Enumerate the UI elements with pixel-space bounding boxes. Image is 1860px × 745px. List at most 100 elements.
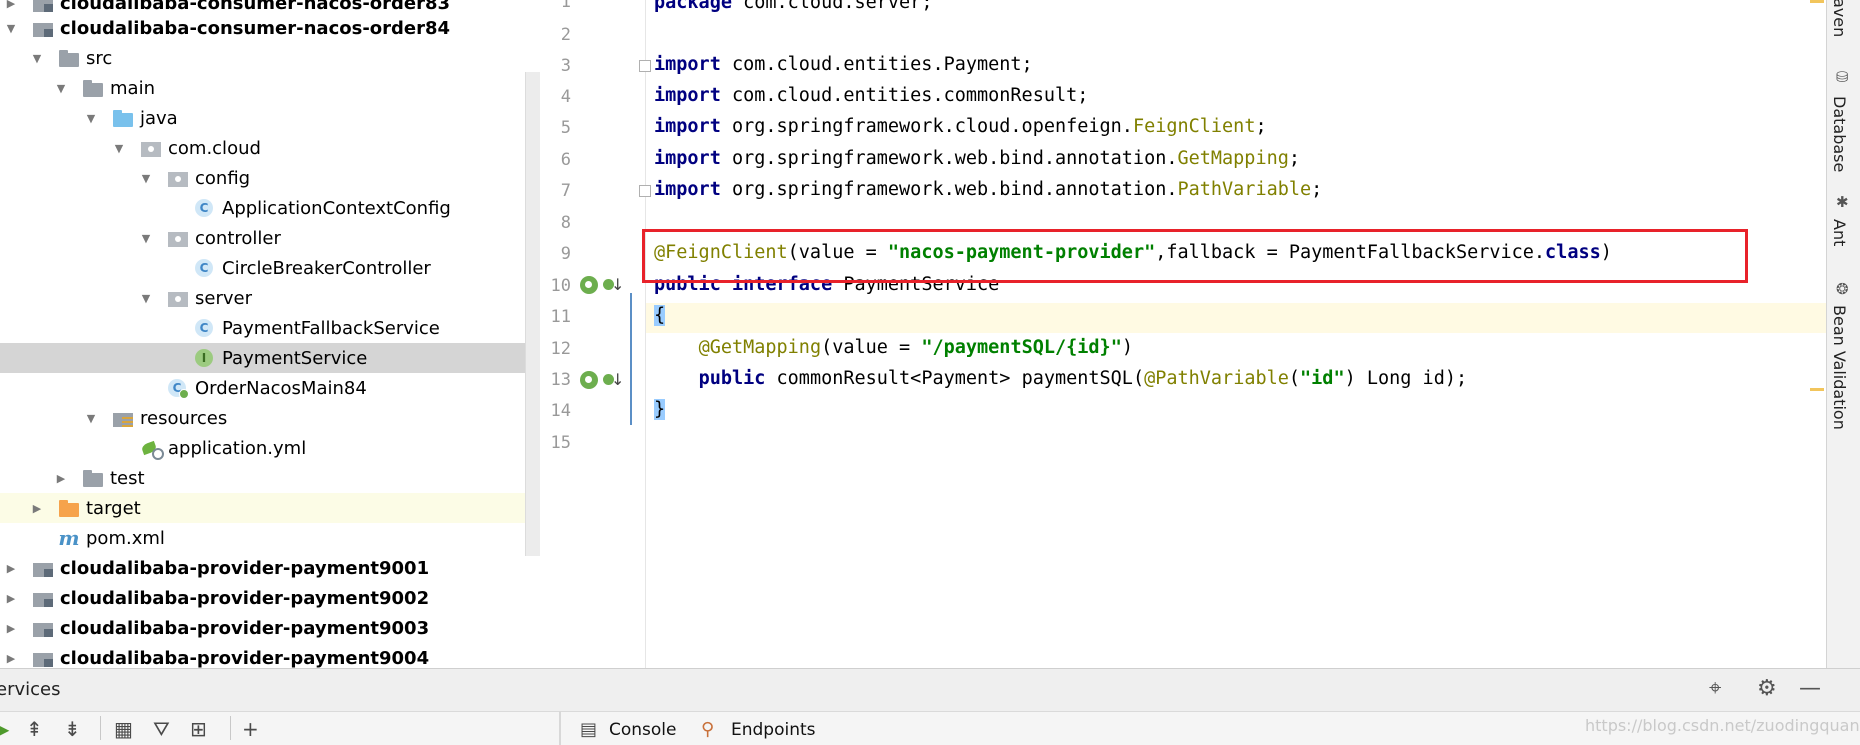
- tree-item-target[interactable]: ▶ target: [0, 493, 525, 523]
- package-icon: [140, 139, 162, 157]
- expanded-arrow-icon[interactable]: ▼: [84, 112, 98, 125]
- code-line: public commonResult<Payment> paymentSQL(…: [698, 368, 1468, 389]
- class-icon: [194, 199, 216, 217]
- expanded-arrow-icon[interactable]: ▼: [4, 22, 18, 35]
- expanded-arrow-icon[interactable]: ▼: [139, 172, 153, 185]
- module-folder-icon: [32, 649, 54, 667]
- collapsed-arrow-icon[interactable]: ▶: [4, 0, 18, 10]
- scroll-marker[interactable]: [1810, 0, 1824, 3]
- expanded-arrow-icon[interactable]: ▼: [112, 142, 126, 155]
- gutter-markers[interactable]: [580, 370, 624, 389]
- line-number: 9: [560, 244, 571, 264]
- change-marker: [630, 293, 632, 425]
- console-icon[interactable]: ▤: [580, 719, 597, 740]
- line-number: 4: [560, 87, 571, 107]
- expanded-arrow-icon[interactable]: ▼: [139, 292, 153, 305]
- fold-icon[interactable]: [639, 185, 651, 197]
- yaml-file-icon: [140, 439, 164, 460]
- filter-icon[interactable]: ⛛: [153, 717, 170, 741]
- gutter-markers[interactable]: [580, 275, 624, 294]
- expanded-arrow-icon[interactable]: ▼: [139, 232, 153, 245]
- package-icon: [167, 289, 189, 307]
- module-folder-icon: [32, 0, 54, 12]
- tree-item-main-class[interactable]: ▶ OrderNacosMain84: [0, 373, 540, 403]
- toolbar-separator: [230, 716, 231, 740]
- database-icon[interactable]: ⛁: [1836, 68, 1849, 86]
- bean-validation-icon[interactable]: ❂: [1836, 280, 1849, 298]
- tree-item-module[interactable]: ▼ cloudalibaba-consumer-nacos-order84: [0, 13, 540, 43]
- fold-icon[interactable]: [639, 60, 651, 72]
- tool-tab-bean-validation[interactable]: Bean Validation: [1830, 305, 1849, 430]
- folder-icon: [82, 79, 104, 97]
- tree-item-module[interactable]: ▶ cloudalibaba-provider-payment9002: [0, 583, 540, 613]
- navigate-down-icon[interactable]: [602, 275, 624, 294]
- tree-item-interface-selected[interactable]: ▶ PaymentService: [0, 343, 525, 373]
- tree-item-module[interactable]: ▶ cloudalibaba-provider-payment9003: [0, 613, 540, 643]
- code-line: }: [654, 399, 666, 420]
- tree-item-package[interactable]: ▼ config: [0, 163, 540, 193]
- highlight-annotation-box: [642, 229, 1748, 283]
- new-tab-icon[interactable]: ⊞: [190, 717, 207, 741]
- tree-item-pom[interactable]: ▶ m pom.xml: [0, 523, 540, 553]
- class-icon: [194, 319, 216, 337]
- collapsed-arrow-icon[interactable]: ▶: [4, 562, 18, 575]
- collapsed-arrow-icon[interactable]: ▶: [54, 472, 68, 485]
- line-number: 5: [560, 118, 571, 138]
- maven-icon: m: [58, 526, 80, 550]
- module-folder-icon: [32, 589, 54, 607]
- line-number: 1: [560, 0, 571, 12]
- ant-icon[interactable]: ✱: [1836, 193, 1849, 211]
- line-number: 14: [550, 401, 571, 421]
- implemented-icon[interactable]: [580, 276, 598, 294]
- expand-all-icon[interactable]: ⇞: [26, 717, 43, 741]
- tree-item-file[interactable]: ▶ application.yml: [0, 433, 540, 463]
- toolbar-separator: [100, 716, 101, 740]
- collapsed-arrow-icon[interactable]: ▶: [4, 622, 18, 635]
- group-by-icon[interactable]: ▦: [114, 717, 133, 741]
- line-number: 3: [560, 56, 571, 76]
- tree-item-test[interactable]: ▶ test: [0, 463, 540, 493]
- collapsed-arrow-icon[interactable]: ▶: [4, 652, 18, 665]
- navigate-down-icon[interactable]: [602, 370, 624, 389]
- code-line: import org.springframework.web.bind.anno…: [654, 179, 1323, 200]
- tree-item-package[interactable]: ▼ server: [0, 283, 540, 313]
- implemented-icon[interactable]: [580, 371, 598, 389]
- tree-item-package[interactable]: ▼ com.cloud: [0, 133, 540, 163]
- panel-divider[interactable]: [559, 711, 561, 745]
- excluded-folder-icon: [58, 499, 80, 517]
- package-icon: [167, 229, 189, 247]
- collapsed-arrow-icon[interactable]: ▶: [30, 502, 44, 515]
- tree-item-module[interactable]: ▶ cloudalibaba-provider-payment9001: [0, 553, 540, 583]
- tool-tab-database[interactable]: Database: [1830, 96, 1849, 172]
- crosshair-icon[interactable]: ⌖: [1709, 676, 1721, 701]
- tree-item-main[interactable]: ▼ main: [0, 73, 540, 103]
- endpoints-icon[interactable]: ⚲: [701, 719, 714, 740]
- module-folder-icon: [32, 559, 54, 577]
- add-service-icon[interactable]: +: [242, 717, 259, 741]
- code-line: import org.springframework.web.bind.anno…: [654, 148, 1301, 169]
- tool-tab-maven[interactable]: aven: [1830, 0, 1849, 37]
- tree-item-src[interactable]: ▼ src: [0, 43, 540, 73]
- tab-endpoints[interactable]: Endpoints: [731, 720, 816, 740]
- tool-tab-ant[interactable]: Ant: [1830, 219, 1849, 246]
- minimize-icon[interactable]: —: [1799, 676, 1821, 701]
- expanded-arrow-icon[interactable]: ▼: [30, 52, 44, 65]
- source-folder-icon: [112, 109, 134, 127]
- gear-icon[interactable]: ⚙: [1757, 676, 1777, 701]
- code-line: @GetMapping(value = "/paymentSQL/{id}"): [698, 337, 1133, 358]
- tree-item-class[interactable]: ▶ PaymentFallbackService: [0, 313, 540, 343]
- tree-item-class[interactable]: ▶ CircleBreakerController: [0, 253, 540, 283]
- tree-item-resources[interactable]: ▼ resources: [0, 403, 540, 433]
- tree-item-class[interactable]: ▶ ApplicationContextConfig: [0, 193, 540, 223]
- collapse-all-icon[interactable]: ⇟: [64, 717, 81, 741]
- run-icon[interactable]: ▶: [0, 717, 9, 741]
- tab-console[interactable]: Console: [609, 720, 677, 740]
- tree-item-java[interactable]: ▼ java: [0, 103, 540, 133]
- tree-item-package[interactable]: ▼ controller: [0, 223, 540, 253]
- scroll-marker[interactable]: [1810, 388, 1824, 391]
- expanded-arrow-icon[interactable]: ▼: [54, 82, 68, 95]
- line-number: 10: [550, 276, 571, 296]
- interface-icon: [194, 349, 216, 367]
- collapsed-arrow-icon[interactable]: ▶: [4, 592, 18, 605]
- expanded-arrow-icon[interactable]: ▼: [84, 412, 98, 425]
